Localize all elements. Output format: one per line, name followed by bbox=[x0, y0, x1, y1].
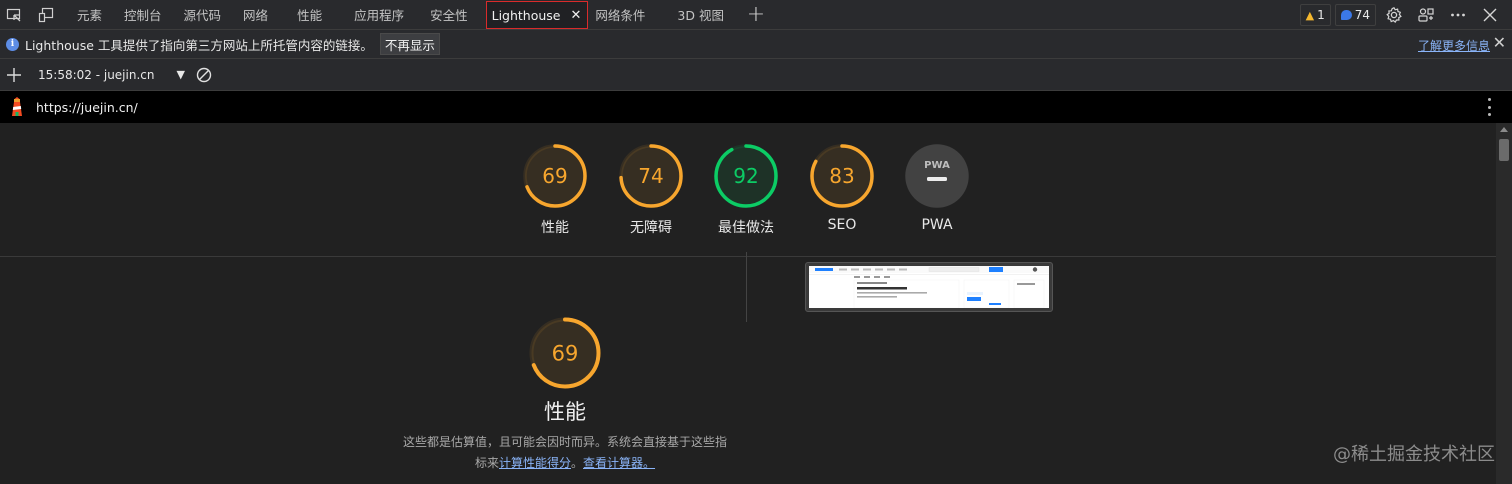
gauge-score-text: 69 bbox=[542, 164, 567, 188]
warning-icon: ▲ bbox=[1305, 8, 1315, 22]
settings-icon[interactable] bbox=[1380, 0, 1408, 30]
info-icon: i bbox=[6, 37, 19, 51]
inspect-icon[interactable] bbox=[2, 0, 26, 30]
watermark: @稀土掘金技术社区 bbox=[1333, 444, 1495, 465]
gauge-seo[interactable]: 83 SEO bbox=[794, 143, 890, 233]
score-gauge-ring: 69 bbox=[529, 317, 601, 389]
gauge-pwa[interactable]: PWA PWA bbox=[889, 143, 985, 233]
pwa-badge-text: PWA bbox=[924, 160, 950, 171]
report-url[interactable]: https://juejin.cn/ bbox=[36, 100, 138, 115]
scroll-up-arrow-icon[interactable] bbox=[1500, 127, 1508, 132]
report-dropdown-icon[interactable]: ▼ bbox=[176, 68, 184, 81]
gauge-score-text: 92 bbox=[733, 164, 758, 188]
performance-desc-sep: 。 bbox=[571, 456, 584, 470]
performance-big-gauge: 69 bbox=[380, 315, 750, 394]
warnings-count: 1 bbox=[1317, 8, 1325, 22]
tab-network-conditions[interactable]: 网络条件 bbox=[588, 0, 675, 30]
device-toolbar-icon[interactable] bbox=[34, 0, 58, 30]
tab-sources[interactable]: 源代码 bbox=[173, 0, 233, 30]
score-gauge-ring: 74 bbox=[619, 144, 683, 208]
infobar-close-icon[interactable]: ✕ bbox=[1493, 33, 1506, 52]
page-screenshot-thumbnail[interactable] bbox=[805, 262, 1053, 312]
lighthouse-toolbar: 15:58:02 - juejin.cn ▼ bbox=[0, 59, 1512, 91]
report-url-bar: https://juejin.cn/ bbox=[0, 91, 1512, 123]
calc-score-link[interactable]: 计算性能得分 bbox=[499, 456, 571, 470]
scrollbar-thumb[interactable] bbox=[1499, 139, 1509, 161]
gauge-score-text: 69 bbox=[552, 342, 579, 366]
view-calculator-link[interactable]: 查看计算器。 bbox=[583, 456, 655, 470]
score-gauge-ring: 83 bbox=[810, 144, 874, 208]
gauge-label: PWA bbox=[921, 217, 953, 233]
gauge-accessibility[interactable]: 74 无障碍 bbox=[603, 143, 699, 237]
performance-title: 性能 bbox=[544, 400, 586, 424]
messages-count: 74 bbox=[1354, 8, 1370, 22]
tab-performance[interactable]: 性能 bbox=[279, 0, 340, 30]
tab-security[interactable]: 安全性 bbox=[418, 0, 486, 30]
close-tab-icon[interactable]: ✕ bbox=[571, 8, 582, 23]
performance-description: 这些都是估算值，且可能会因时而异。系统会直接基于这些指 标来计算性能得分。查看计… bbox=[380, 432, 750, 474]
tab-elements[interactable]: 元素 bbox=[66, 0, 113, 30]
lighthouse-report: 69 性能 74 无障碍 92 最佳做法 83 SEO PWA PWA 69 性能 这些都… bbox=[0, 123, 1496, 484]
gauge-score-text: 74 bbox=[638, 164, 663, 188]
info-bar: i Lighthouse 工具提供了指向第三方网站上所托管内容的链接。 不再显示… bbox=[0, 30, 1512, 59]
performance-desc-line1: 这些都是估算值，且可能会因时而异。系统会直接基于这些指 bbox=[402, 435, 727, 449]
gauge-performance[interactable]: 69 性能 bbox=[507, 143, 603, 237]
vertical-scrollbar[interactable] bbox=[1496, 123, 1512, 484]
devtools-tab-bar: 元素 控制台 源代码 网络 性能 应用程序 安全性 Lighthouse ✕ 网… bbox=[0, 0, 1512, 30]
add-tab-button[interactable]: + bbox=[740, 0, 772, 30]
dont-show-again-button[interactable]: 不再显示 bbox=[379, 33, 440, 55]
performance-desc-prefix: 标来 bbox=[474, 456, 499, 470]
message-icon bbox=[1340, 10, 1352, 20]
gauge-label: 无障碍 bbox=[630, 220, 672, 236]
vertical-separator bbox=[746, 252, 747, 322]
gauge-best-practices[interactable]: 92 最佳做法 bbox=[698, 143, 794, 237]
score-gauges: 69 性能 74 无障碍 92 最佳做法 83 SEO PWA PWA bbox=[0, 143, 1496, 257]
pwa-dash bbox=[927, 177, 947, 181]
warnings-badge[interactable]: ▲ 1 bbox=[1299, 4, 1331, 26]
more-icon[interactable] bbox=[1444, 0, 1472, 30]
customize-icon[interactable] bbox=[1412, 0, 1440, 30]
pwa-badge-circle bbox=[905, 144, 969, 208]
clear-reports-icon[interactable] bbox=[196, 67, 212, 83]
report-selector[interactable]: 15:58:02 - juejin.cn bbox=[38, 68, 154, 82]
tab-3d-view[interactable]: 3D 视图 bbox=[675, 0, 740, 30]
score-gauge-ring: 69 bbox=[523, 144, 587, 208]
tab-lighthouse-label: Lighthouse bbox=[491, 7, 561, 23]
gauge-label: 最佳做法 bbox=[718, 220, 774, 236]
report-menu-icon[interactable] bbox=[1488, 98, 1492, 116]
info-message: Lighthouse 工具提供了指向第三方网站上所托管内容的链接。 bbox=[25, 37, 373, 53]
thumbnail-image bbox=[809, 266, 1049, 308]
tab-application[interactable]: 应用程序 bbox=[340, 0, 418, 30]
close-icon[interactable] bbox=[1476, 0, 1504, 30]
messages-badge[interactable]: 74 bbox=[1334, 4, 1376, 26]
lighthouse-logo-icon bbox=[9, 97, 25, 117]
gauge-score-text: 83 bbox=[829, 164, 854, 188]
performance-section: 69 性能 这些都是估算值，且可能会因时而异。系统会直接基于这些指 标来计算性能… bbox=[380, 315, 750, 474]
new-report-plus-icon[interactable] bbox=[0, 59, 28, 91]
score-gauge-ring: 92 bbox=[714, 144, 778, 208]
score-gauge-ring: PWA bbox=[905, 144, 969, 208]
tab-console[interactable]: 控制台 bbox=[113, 0, 173, 30]
gauge-label: 性能 bbox=[541, 220, 569, 236]
section-divider bbox=[0, 256, 1496, 257]
learn-more-link[interactable]: 了解更多信息 bbox=[1418, 37, 1490, 54]
tab-network[interactable]: 网络 bbox=[232, 0, 279, 30]
tab-lighthouse[interactable]: Lighthouse ✕ bbox=[485, 1, 589, 29]
gauge-label: SEO bbox=[827, 217, 857, 233]
